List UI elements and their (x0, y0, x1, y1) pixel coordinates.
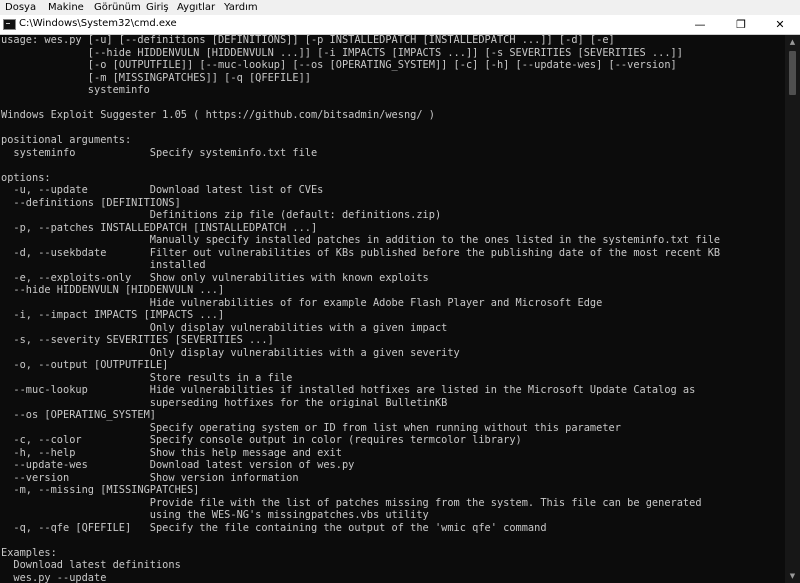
console-line: using the WES-NG's missingpatches.vbs ut… (1, 509, 429, 521)
menu-dosya[interactable]: Dosya (5, 1, 36, 14)
console-line: -c, --color Specify console output in co… (1, 434, 522, 446)
console-line: -o, --output [OUTPUTFILE] (1, 359, 169, 371)
scroll-up-icon[interactable]: ▲ (785, 35, 800, 49)
console-line: Examples: (1, 546, 57, 559)
console-line: --muc-lookup Hide vulnerabilities if ins… (1, 384, 696, 396)
console-line: Specify operating system or ID from list… (1, 421, 621, 434)
console-line: options: (1, 171, 51, 184)
console-line: -u, --update Download latest list of CVE… (1, 184, 324, 196)
scrollbar-thumb[interactable] (789, 51, 796, 95)
console-line: positional arguments: (1, 134, 132, 146)
console-line: Windows Exploit Suggester 1.05 ( https:/… (1, 109, 435, 121)
console-line: --definitions [DEFINITIONS] (1, 196, 181, 209)
console-line: systeminfo Specify systeminfo.txt file (1, 146, 318, 159)
console-line: -e, --exploits-only Show only vulnerabil… (1, 271, 429, 284)
console-line: Only display vulnerabilities with a give… (1, 321, 448, 334)
console-line: Provide file with the list of patches mi… (1, 496, 702, 509)
vertical-scrollbar[interactable]: ▲ ▼ (785, 35, 800, 583)
console-line: Only display vulnerabilities with a give… (1, 346, 460, 359)
console-line: -h, --help Show this help message and ex… (1, 446, 342, 459)
maximize-button[interactable]: ❐ (721, 15, 761, 34)
console-line: --version Show version information (1, 471, 299, 484)
console-line: [-m [MISSINGPATCHES]] [-q [QFEFILE]] (1, 71, 311, 84)
minimize-button[interactable]: — (680, 15, 720, 34)
console-output[interactable]: usage: wes.py [-u] [--definitions [DEFIN… (0, 35, 785, 583)
console-lines: usage: wes.py [-u] [--definitions [DEFIN… (1, 35, 720, 583)
console-line: wes.py --update (1, 571, 107, 583)
window-titlebar[interactable]: C:\Windows\System32\cmd.exe — ❐ ✕ (0, 15, 800, 35)
menu-giris[interactable]: Giriş (146, 1, 169, 14)
console-line: --update-wes Download latest version of … (1, 459, 355, 471)
console-line: superseding hotfixes for the original Bu… (1, 396, 448, 409)
console-line: usage: wes.py [-u] [--definitions [DEFIN… (1, 35, 615, 46)
console-line: Manually specify installed patches in ad… (1, 234, 721, 246)
menu-aygitlar[interactable]: Aygıtlar (177, 1, 215, 14)
menu-yardim[interactable]: Yardım (224, 1, 258, 14)
console-line: Store results in a file (1, 371, 293, 384)
menu-bar: Dosya Makine Görünüm Giriş Aygıtlar Yard… (0, 0, 800, 16)
console-line: -p, --patches INSTALLEDPATCH [INSTALLEDP… (1, 221, 318, 234)
scroll-down-icon[interactable]: ▼ (785, 569, 800, 583)
menu-gorunum[interactable]: Görünüm (94, 1, 141, 14)
console-line: --os [OPERATING_SYSTEM] (1, 409, 156, 421)
console-line: Hide vulnerabilities of for example Adob… (1, 296, 603, 309)
window-title: C:\Windows\System32\cmd.exe (19, 18, 177, 29)
console-line: Definitions zip file (default: definitio… (1, 209, 442, 221)
console-line: --hide HIDDENVULN [HIDDENVULN ...] (1, 284, 225, 296)
console-line: -s, --severity SEVERITIES [SEVERITIES ..… (1, 334, 274, 346)
console-line: -q, --qfe [QFEFILE] Specify the file con… (1, 521, 547, 534)
console-line: -m, --missing [MISSINGPATCHES] (1, 484, 200, 496)
console-line: [--hide HIDDENVULN [HIDDENVULN ...]] [-i… (1, 46, 683, 59)
console-line: -d, --usekbdate Filter out vulnerabiliti… (1, 246, 721, 259)
console-line: installed (1, 259, 206, 271)
console-line: systeminfo (1, 84, 150, 96)
menu-makine[interactable]: Makine (48, 1, 84, 14)
console-line: -i, --impact IMPACTS [IMPACTS ...] (1, 309, 225, 321)
console-line: [-o [OUTPUTFILE]] [--muc-lookup] [--os [… (1, 59, 677, 71)
console-line: Download latest definitions (1, 559, 181, 571)
close-button[interactable]: ✕ (760, 15, 800, 34)
cmd-console-icon[interactable] (3, 19, 16, 30)
